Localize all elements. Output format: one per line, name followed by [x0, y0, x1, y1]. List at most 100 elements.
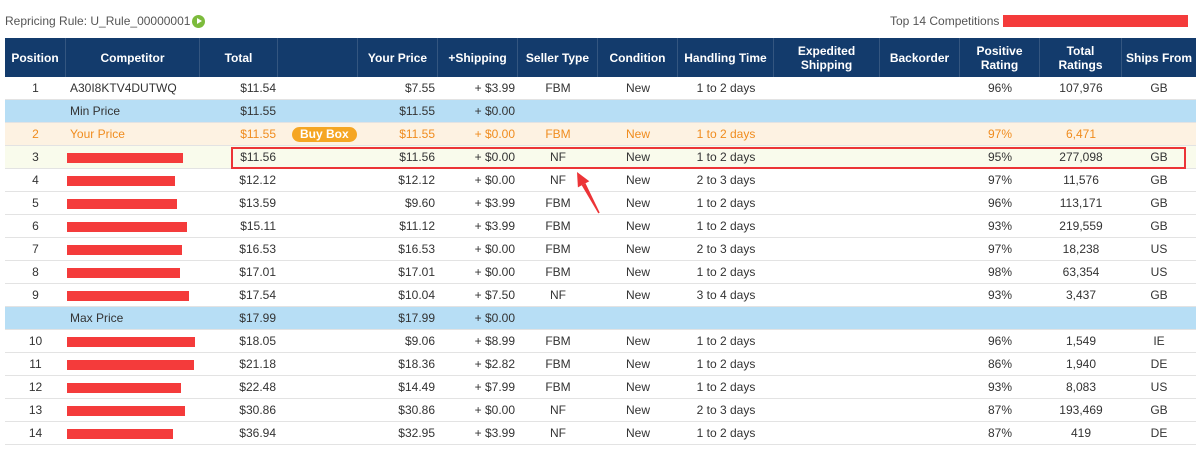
your-price-cell: $17.01 [398, 265, 435, 279]
expedited-cell [774, 422, 880, 444]
seller-type-cell: NF [550, 173, 566, 187]
total-cell: $36.94 [239, 426, 276, 440]
redaction-bar [67, 336, 195, 347]
column-header-handling-time: Handling Time [678, 38, 774, 77]
competitor-cell [66, 146, 200, 168]
column-header-seller-type: Seller Type [518, 38, 598, 77]
redaction-bar [67, 221, 187, 232]
condition-cell: New [625, 357, 650, 371]
competitor-row: 10 $18.05 $9.06 + $8.99 FBM New 1 to 2 days 96%… [5, 330, 1196, 353]
position-cell: 12 [28, 380, 43, 394]
shipping-cell: + $3.99 [474, 196, 515, 210]
badge-cell [278, 100, 358, 122]
competitor-cell [66, 192, 200, 214]
badge-cell [278, 422, 358, 444]
total-cell: $15.11 [240, 219, 276, 233]
backorder-cell [880, 284, 960, 306]
handling-time-cell: 1 to 2 days [696, 265, 756, 279]
column-header-shipping: +Shipping [438, 38, 518, 77]
positive-rating-cell [960, 307, 1040, 329]
your-price-cell: $12.12 [398, 173, 435, 187]
redaction-bar [67, 359, 194, 370]
position-cell: 5 [32, 196, 39, 210]
condition-cell: New [625, 127, 650, 141]
column-header-expedited: Expedited Shipping [774, 38, 880, 77]
condition-cell: New [625, 380, 650, 394]
position-cell: 6 [32, 219, 39, 233]
total-cell: $17.99 [239, 311, 276, 325]
handling-time-cell: 1 to 2 days [696, 380, 756, 394]
badge-cell [278, 215, 358, 237]
total-cell: $17.01 [239, 265, 276, 279]
positive-rating-cell: 93% [987, 380, 1013, 394]
backorder-cell [880, 307, 960, 329]
redaction-bar [67, 175, 175, 186]
ships-from-cell: US [1150, 242, 1168, 256]
total-cell: $11.54 [240, 81, 276, 95]
total-ratings-cell: 8,083 [1065, 380, 1097, 394]
redaction-bar [67, 244, 182, 255]
column-header-positive-rating: Positive Rating [960, 38, 1040, 77]
backorder-cell [880, 422, 960, 444]
total-ratings-cell: 1,549 [1065, 334, 1097, 348]
condition-cell: New [625, 426, 650, 440]
backorder-cell [880, 77, 960, 99]
total-cell: $16.53 [239, 242, 276, 256]
position-cell: 13 [28, 403, 43, 417]
positive-rating-cell: 93% [987, 219, 1013, 233]
backorder-cell [880, 192, 960, 214]
position-cell: 2 [32, 127, 39, 141]
buy-box-badge: Buy Box [292, 127, 357, 143]
badge-cell [278, 146, 358, 168]
handling-time-cell: 1 to 2 days [696, 334, 756, 348]
your-price-cell: $18.36 [398, 357, 435, 371]
play-icon[interactable] [192, 14, 206, 28]
positive-rating-cell: 95% [987, 150, 1013, 164]
shipping-cell: + $0.00 [474, 242, 515, 256]
shipping-cell: + $7.99 [474, 380, 515, 394]
total-cell: $12.12 [239, 173, 276, 187]
total-cell: $11.55 [240, 127, 276, 141]
your-price-cell: $11.55 [399, 127, 435, 141]
shipping-cell: + $0.00 [474, 265, 515, 279]
column-header-ships-from: Ships From [1125, 50, 1192, 65]
seller-type-cell: FBM [545, 219, 571, 233]
your-price-cell: $11.12 [399, 219, 435, 233]
backorder-cell [880, 330, 960, 352]
competitor-cell: Min Price [70, 104, 121, 118]
total-cell: $11.55 [240, 104, 276, 118]
shipping-cell: + $0.00 [474, 150, 515, 164]
competitor-cell [66, 376, 200, 398]
your-price-cell: $9.60 [404, 196, 435, 210]
expedited-cell [774, 100, 880, 122]
badge-cell [278, 192, 358, 214]
expedited-cell [774, 192, 880, 214]
positive-rating-cell [960, 100, 1040, 122]
competitions-table: Position Competitor Total Your Price +Shippi… [5, 38, 1196, 445]
ships-from-cell [1122, 100, 1196, 122]
positive-rating-cell: 87% [987, 426, 1013, 440]
positive-rating-cell: 96% [987, 81, 1013, 95]
column-header-backorder: Backorder [880, 38, 960, 77]
expedited-cell [774, 146, 880, 168]
condition-cell: New [625, 334, 650, 348]
redaction-bar [67, 428, 173, 439]
condition-cell: New [625, 265, 650, 279]
seller-type-cell: FBM [545, 265, 571, 279]
ships-from-cell: DE [1150, 357, 1168, 371]
seller-type-cell: FBM [545, 357, 571, 371]
position-cell: 1 [32, 81, 39, 95]
total-cell: $22.48 [239, 380, 276, 394]
your-price-cell: $32.95 [398, 426, 435, 440]
competitor-cell: Your Price [70, 127, 125, 141]
your-price-cell: $10.04 [398, 288, 435, 302]
repricing-rule-label: Repricing Rule: U_Rule_00000001 [5, 14, 191, 28]
expedited-cell [774, 215, 880, 237]
badge-cell [278, 169, 358, 191]
condition-cell: New [625, 173, 650, 187]
seller-type-cell: FBM [545, 196, 571, 210]
competitions-count-label: Top 14 Competitions [890, 14, 1000, 28]
ships-from-cell: GB [1150, 150, 1168, 164]
redaction-bar [67, 290, 189, 301]
backorder-cell [880, 376, 960, 398]
